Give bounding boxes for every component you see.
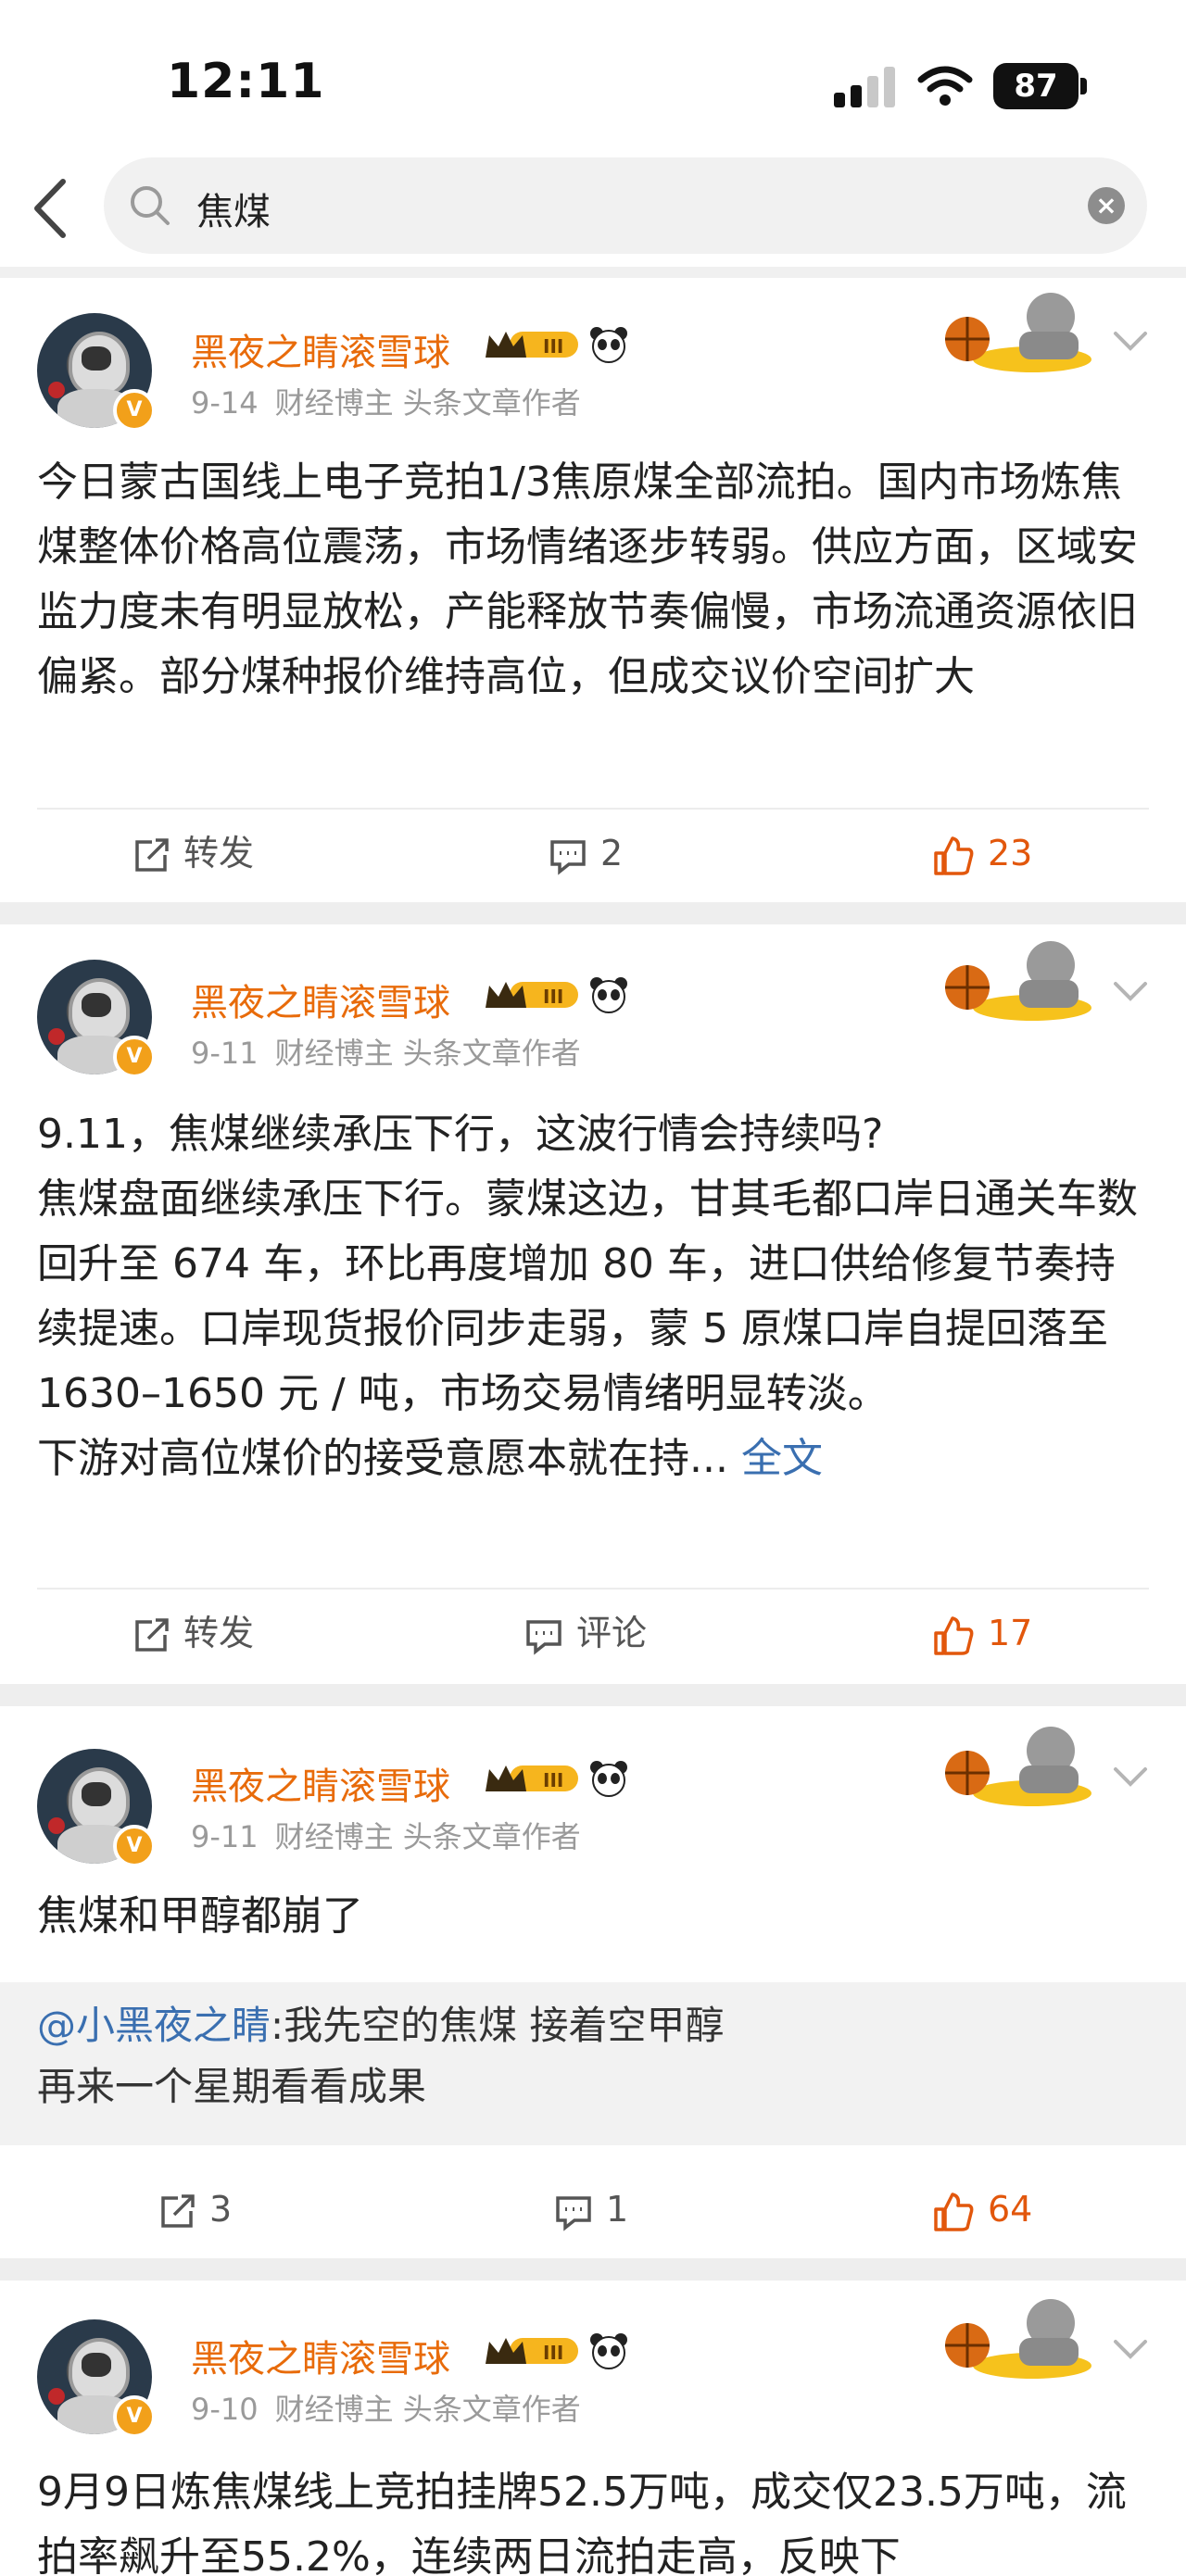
post-card[interactable]: V 黑夜之睛滚雪球 III 9-10 财经博主 头条文章作者 9月9日炼焦煤线上竞… [0, 2281, 1186, 2576]
repost-count: 3 [209, 2189, 233, 2230]
repost-label: 转发 [183, 833, 255, 873]
svg-text:III: III [543, 2342, 563, 2364]
vip-crown-badge-icon: III [486, 332, 578, 358]
post-meta: 9-10 财经博主 头条文章作者 [191, 2386, 581, 2429]
decorative-card-image [945, 1727, 1091, 1806]
cellular-signal-icon [834, 65, 897, 107]
post-meta: 9-14 财经博主 头条文章作者 [191, 380, 581, 422]
svg-text:III: III [543, 335, 563, 358]
post-card[interactable]: V 黑夜之睛滚雪球 III 9-11 财经博主 头条文章作者 9.11，焦煤继续承… [0, 924, 1186, 1680]
comment-count: 2 [600, 833, 624, 873]
post-card[interactable]: V 黑夜之睛滚雪球 III 9-11 财经博主 头条文章作者 焦煤和甲醇都崩了 @… [0, 1706, 1186, 2260]
like-count: 23 [988, 833, 1033, 873]
comment-button[interactable]: 2 [549, 830, 623, 876]
comment-count: 1 [606, 2189, 629, 2230]
action-divider [37, 1588, 1149, 1590]
post-meta: 9-11 财经博主 头条文章作者 [191, 1030, 581, 1073]
repost-icon [135, 1617, 169, 1652]
search-query: 焦煤 [196, 191, 271, 233]
vip-crown-badge-icon: III [486, 982, 578, 1008]
clear-search-icon[interactable]: × [1088, 187, 1125, 224]
wifi-icon [917, 66, 973, 106]
repost-button[interactable]: 转发 [132, 1610, 254, 1656]
author-tags: 财经博主 头条文章作者 [274, 385, 581, 421]
vip-crown-badge-icon: III [486, 2338, 578, 2364]
post-meta: 9-11 财经博主 头条文章作者 [191, 1814, 581, 1856]
post-text-line: 下游对高位煤价的接受意愿本就在持... 全文 [37, 1435, 823, 1482]
verified-badge-icon: V [113, 1825, 156, 1867]
comment-button[interactable]: 评论 [524, 1610, 647, 1656]
author-tags: 财经博主 头条文章作者 [274, 2392, 581, 2427]
post-separator [0, 1684, 1186, 1706]
thumbs-up-icon [934, 1615, 974, 1655]
comment-icon [526, 1619, 561, 1655]
post-date: 9-11 [191, 1036, 259, 1071]
post-text: 9月9日炼焦煤线上竞拍挂牌52.5万吨，成交仅23.5万吨，流拍率飙升至55.2… [37, 2469, 1127, 2576]
chevron-down-icon[interactable] [1112, 1766, 1149, 1790]
author-tags: 财经博主 头条文章作者 [274, 1819, 581, 1854]
decorative-card-image [945, 2299, 1091, 2379]
battery-tip [1080, 78, 1087, 94]
comment-label: 评论 [576, 1613, 648, 1653]
like-button[interactable]: 64 [932, 2186, 1032, 2232]
author-name[interactable]: 黑夜之睛滚雪球 [191, 322, 450, 376]
decorative-card-image [945, 941, 1091, 1021]
author-name[interactable]: 黑夜之睛滚雪球 [191, 1756, 450, 1810]
post-card[interactable]: V 黑夜之睛滚雪球 III 9-14 财经博主 头条文章作者 今日蒙古国线上电子竞… [0, 278, 1186, 898]
like-button[interactable]: 23 [932, 830, 1032, 876]
back-arrow-icon[interactable] [28, 176, 74, 241]
author-tags: 财经博主 头条文章作者 [274, 1036, 581, 1071]
thumbs-up-icon [934, 2192, 974, 2231]
header-divider [0, 267, 1186, 278]
post-text: 9.11，焦煤继续承压下行，这波行情会持续吗? 焦煤盘面继续承压下行。蒙煤这边，… [37, 1102, 1149, 1491]
comment-icon [556, 2195, 591, 2231]
like-button[interactable]: 17 [932, 1610, 1032, 1656]
chevron-down-icon[interactable] [1112, 2338, 1149, 2362]
post-date: 9-10 [191, 2392, 259, 2427]
battery-indicator: 87 [993, 63, 1079, 109]
repost-icon [161, 2193, 195, 2228]
like-count: 17 [988, 1613, 1033, 1653]
verified-badge-icon: V [113, 1036, 156, 1078]
thumbs-up-icon [934, 836, 974, 875]
comment-button[interactable]: 1 [554, 2186, 628, 2232]
quoted-text: @小黑夜之睛:我先空的焦煤 接着空甲醇 再来一个星期看看成果 [37, 2003, 725, 2109]
svg-text:III: III [543, 986, 563, 1008]
post-text: 焦煤和甲醇都崩了 [37, 1892, 363, 1940]
panda-emoji-icon [590, 1761, 627, 1797]
verified-badge-icon: V [113, 389, 156, 432]
chevron-down-icon[interactable] [1112, 330, 1149, 354]
post-text: 今日蒙古国线上电子竞拍1/3焦原煤全部流拍。国内市场炼焦煤整体价格高位震荡，市场… [37, 459, 1138, 700]
svg-text:III: III [543, 1769, 563, 1791]
post-separator [0, 902, 1186, 924]
vip-crown-badge-icon: III [486, 1766, 578, 1791]
panda-emoji-icon [590, 2333, 627, 2369]
post-text-line: 9.11，焦煤继续承压下行，这波行情会持续吗? [37, 1111, 884, 1158]
post-date: 9-11 [191, 1819, 259, 1854]
read-more-link[interactable]: 全文 [741, 1435, 823, 1482]
verified-badge-icon: V [113, 2395, 156, 2438]
mention-link[interactable]: @小黑夜之睛 [37, 2003, 271, 2048]
search-icon [131, 186, 170, 225]
quoted-post[interactable]: @小黑夜之睛:我先空的焦煤 接着空甲醇 再来一个星期看看成果 [0, 1982, 1186, 2145]
repost-icon [135, 837, 169, 872]
chevron-down-icon[interactable] [1112, 980, 1149, 1004]
author-name[interactable]: 黑夜之睛滚雪球 [191, 973, 450, 1026]
status-time: 12:11 [167, 54, 325, 109]
post-separator [0, 2258, 1186, 2281]
search-input[interactable]: 焦煤 × [104, 157, 1147, 254]
comment-icon [550, 839, 586, 875]
panda-emoji-icon [590, 977, 627, 1013]
repost-button[interactable]: 转发 [132, 830, 254, 876]
author-name[interactable]: 黑夜之睛滚雪球 [191, 2329, 450, 2382]
repost-label: 转发 [183, 1613, 255, 1653]
like-count: 64 [988, 2189, 1033, 2230]
repost-button[interactable]: 3 [158, 2186, 232, 2232]
post-date: 9-14 [191, 385, 259, 421]
post-text-line: 焦煤盘面继续承压下行。蒙煤这边，甘其毛都口岸日通关车数回升至 674 车，环比再… [37, 1175, 1138, 1417]
decorative-card-image [945, 293, 1091, 372]
panda-emoji-icon [590, 327, 627, 363]
status-bar: 12:11 87 [0, 0, 1186, 148]
action-divider [37, 808, 1149, 810]
